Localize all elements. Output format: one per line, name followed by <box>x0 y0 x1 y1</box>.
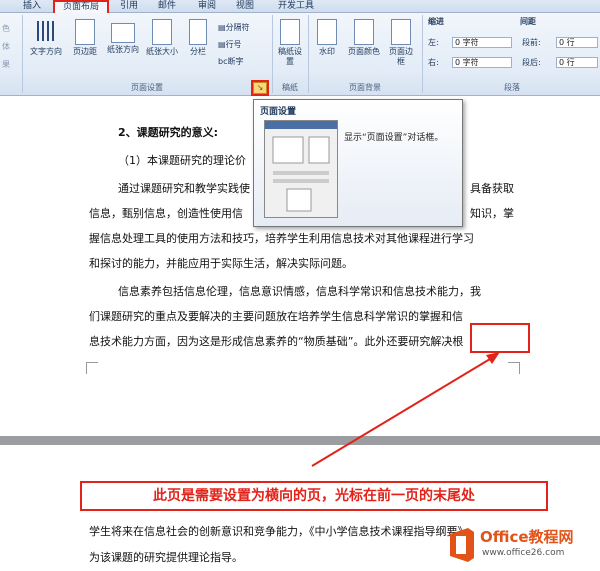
annotation-callout: 此页是需要设置为横向的页，光标在前一页的末尾处 <box>80 481 548 511</box>
watermark-url: www.office26.com <box>482 548 565 558</box>
watermark-brand: Office教程网 <box>480 528 574 546</box>
site-watermark: Office教程网 www.office26.com <box>444 522 600 568</box>
office-logo-icon <box>450 528 474 562</box>
